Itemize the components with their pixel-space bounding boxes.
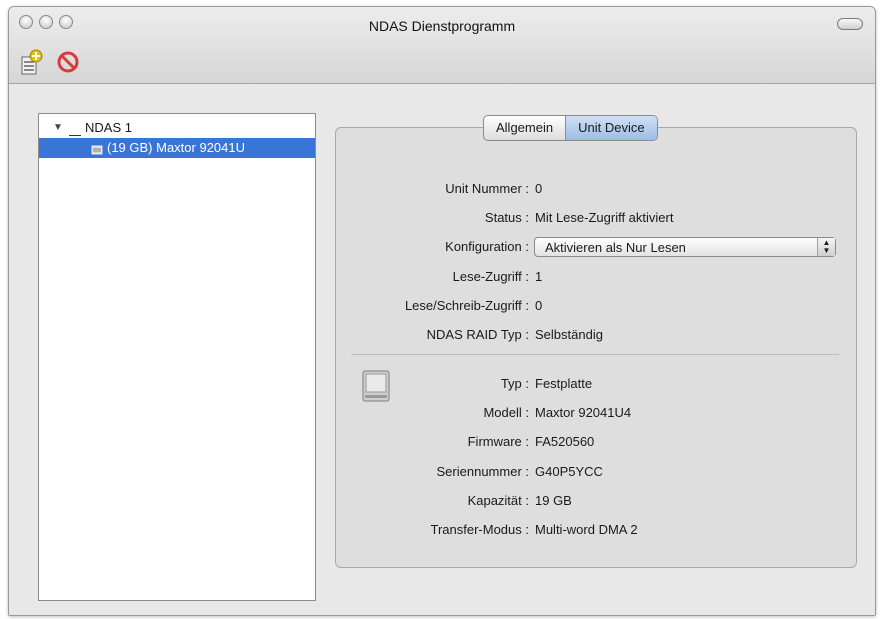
main-content: ▼ NDAS 1 (19 GB) Maxtor 92041U Allgemein… xyxy=(9,84,875,615)
section-divider xyxy=(351,354,839,355)
field-value: FA520560 xyxy=(535,434,595,449)
field-label: Unit Nummer : xyxy=(445,181,529,196)
field-value: 0 xyxy=(535,298,543,313)
field-label: Firmware : xyxy=(467,434,529,449)
window-title: NDAS Dienstprogramm xyxy=(368,18,516,34)
field-label: Lese/Schreib-Zugriff : xyxy=(404,298,529,313)
field-value: 0 xyxy=(535,181,543,196)
field-value: Mit Lese-Zugriff aktiviert xyxy=(535,210,674,225)
field-value: Festplatte xyxy=(535,376,593,391)
status-row: Status : Mit Lese-Zugriff aktiviert xyxy=(9,208,875,228)
kapazitaet-row: Kapazität : 19 GB xyxy=(9,491,875,511)
unit-nummer-row: Unit Nummer : 0 xyxy=(9,179,875,199)
add-device-button[interactable] xyxy=(17,47,47,77)
field-label: Seriennummer : xyxy=(436,464,529,479)
title-bar: NDAS Dienstprogramm xyxy=(9,7,875,84)
field-value: G40P5YCC xyxy=(535,464,603,479)
disk-small-icon xyxy=(91,142,103,162)
transfer-modus-row: Transfer-Modus : Multi-word DMA 2 xyxy=(9,520,875,540)
lese-schreib-zugriff-row: Lese/Schreib-Zugriff : 0 xyxy=(9,296,875,316)
tree-item-unit-device[interactable]: (19 GB) Maxtor 92041U xyxy=(39,138,315,158)
tab-allgemein[interactable]: Allgemein xyxy=(484,116,565,140)
field-label: Konfiguration : xyxy=(445,239,529,254)
tree-item-ndas-1[interactable]: ▼ NDAS 1 xyxy=(39,118,315,138)
firmware-row: Firmware : FA520560 xyxy=(9,432,875,452)
field-label: Transfer-Modus : xyxy=(430,522,530,537)
tree-item-label: (19 GB) Maxtor 92041U xyxy=(107,140,246,155)
modell-row: Modell : Maxtor 92041U4 xyxy=(9,403,875,423)
add-device-icon xyxy=(21,49,43,75)
field-value: Selbständig xyxy=(535,327,603,342)
select-value: Aktivieren als Nur Lesen xyxy=(545,240,686,255)
field-label: Kapazität : xyxy=(467,493,529,508)
seriennummer-row: Seriennummer : G40P5YCC xyxy=(9,462,875,482)
field-label: Modell : xyxy=(483,405,529,420)
disclosure-triangle-icon[interactable]: ▼ xyxy=(53,118,63,138)
tree-item-label: NDAS 1 xyxy=(85,120,132,135)
field-value: Multi-word DMA 2 xyxy=(535,522,638,537)
no-entry-icon xyxy=(57,51,79,73)
lese-zugriff-row: Lese-Zugriff : 1 xyxy=(9,267,875,287)
field-label: Lese-Zugriff : xyxy=(452,269,529,284)
raid-typ-row: NDAS RAID Typ : Selbständig xyxy=(9,325,875,345)
field-value: 19 GB xyxy=(535,493,572,508)
field-label: Typ : xyxy=(500,376,529,391)
field-label: NDAS RAID Typ : xyxy=(426,327,529,342)
tab-unit-device[interactable]: Unit Device xyxy=(565,116,657,140)
field-value: Maxtor 92041U4 xyxy=(535,405,632,420)
tab-bar: Allgemein Unit Device xyxy=(483,115,658,141)
typ-row: Typ : Festplatte xyxy=(9,374,875,394)
app-window: NDAS Dienstprogramm ▼ NDAS 1 (19 GB) Max… xyxy=(8,6,876,616)
konfiguration-select[interactable]: Aktivieren als Nur Lesen ▲ ▼ xyxy=(534,237,836,257)
field-value: 1 xyxy=(535,269,543,284)
stepper-arrows-icon: ▲ ▼ xyxy=(817,238,835,256)
toolbar-toggle-button[interactable] xyxy=(837,18,863,30)
field-label: Status : xyxy=(484,210,529,225)
remove-device-button[interactable] xyxy=(53,47,83,77)
group-line-icon xyxy=(69,127,81,136)
